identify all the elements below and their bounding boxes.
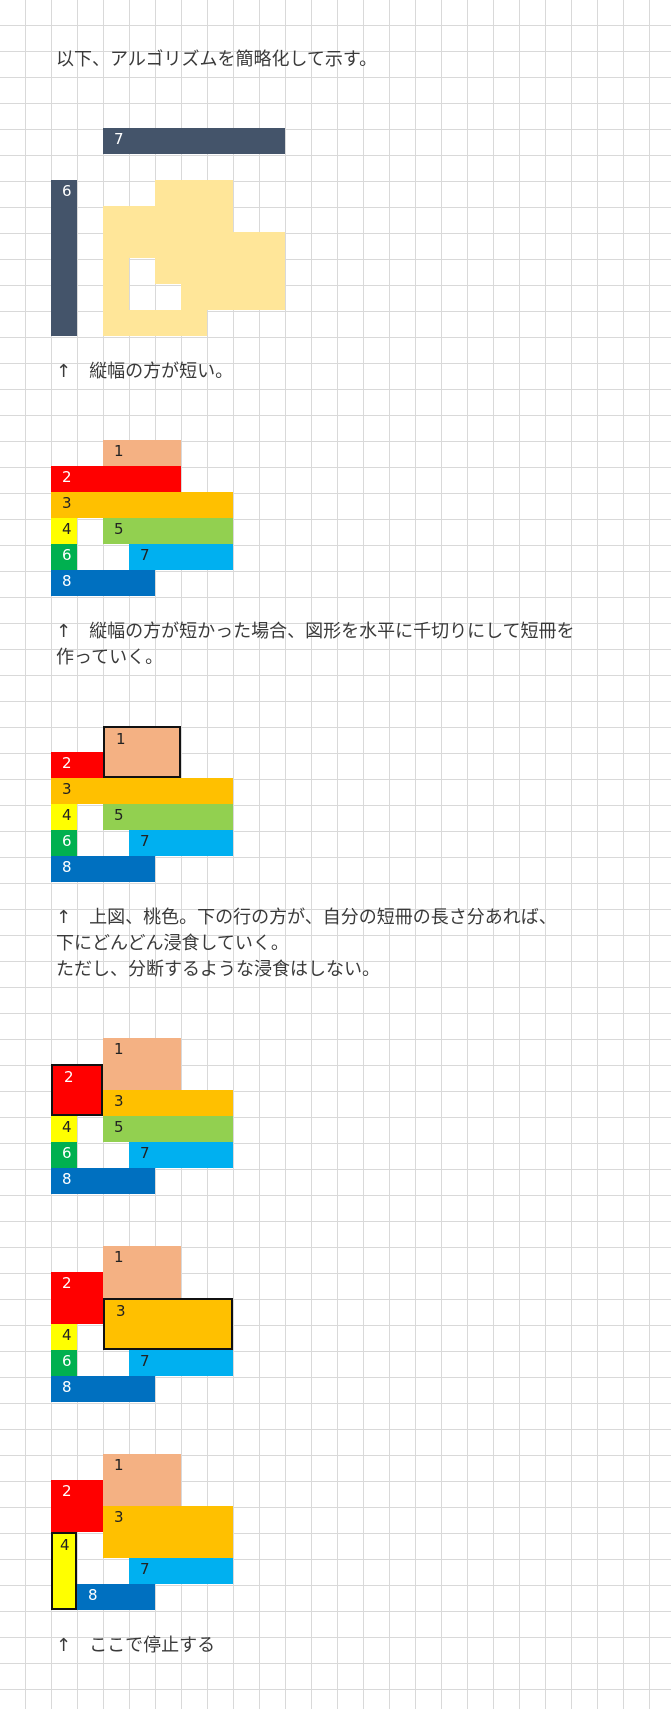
strip-label: 5 — [114, 1118, 124, 1136]
strip-label: 4 — [62, 520, 72, 538]
strip-label: 3 — [114, 1508, 124, 1526]
strip-label: 4 — [62, 806, 72, 824]
strip-label: 6 — [62, 546, 72, 564]
strip-5: 5 — [103, 1116, 233, 1142]
strip-label: 3 — [62, 494, 72, 512]
strip-label: 5 — [114, 520, 124, 538]
strip-label: 3 — [62, 780, 72, 798]
caption-2-line-2: 作っていく。 — [56, 647, 164, 668]
strip-label: 5 — [114, 806, 124, 824]
strip-8: 8 — [51, 856, 155, 882]
caption-3-line-2: 下にどんどん浸食していく。 — [56, 933, 289, 954]
strip-label: 8 — [62, 572, 72, 590]
shape-part — [103, 310, 207, 336]
strip-6: 6 — [51, 544, 77, 570]
strip-label: 3 — [114, 1092, 124, 1110]
strip-label: 7 — [140, 1144, 150, 1162]
strip-2: 2 — [51, 1480, 103, 1532]
strip-2: 2 — [51, 1272, 103, 1324]
strip-4: 4 — [51, 1324, 77, 1350]
shape-part — [155, 180, 233, 206]
strip-label: 8 — [62, 858, 72, 876]
strip-2: 2 — [51, 752, 103, 778]
strip-4-selected: 4 — [51, 1532, 77, 1610]
shape-part — [103, 206, 233, 232]
strip-8: 8 — [51, 1168, 155, 1194]
strip-1: 1 — [103, 1038, 181, 1090]
strip-2-selected: 2 — [51, 1064, 103, 1116]
caption-3-line-3: ただし、分断するような浸食はしない。 — [56, 959, 380, 980]
strip-label: 2 — [62, 1274, 72, 1292]
strip-label: 1 — [114, 442, 124, 460]
strip-label: 2 — [62, 1482, 72, 1500]
strip-7: 7 — [129, 544, 233, 570]
strip-1-selected: 1 — [103, 726, 181, 778]
strip-label: 8 — [88, 1586, 98, 1604]
shape-part — [155, 258, 285, 284]
strip-3: 3 — [51, 492, 233, 518]
strip-label: 4 — [62, 1326, 72, 1344]
strip-8: 8 — [51, 570, 155, 596]
strip-1: 1 — [103, 440, 181, 466]
strip-label: 1 — [114, 1456, 124, 1474]
strip-8: 8 — [77, 1584, 155, 1610]
strip-3: 3 — [103, 1090, 233, 1116]
strip-label: 1 — [114, 1248, 124, 1266]
strip-7: 7 — [129, 1350, 233, 1376]
strip-label: 7 — [140, 832, 150, 850]
shape-part — [103, 258, 129, 284]
strip-label: 8 — [62, 1170, 72, 1188]
strip-label: 2 — [64, 1068, 74, 1086]
strip-label: 7 — [140, 1560, 150, 1578]
strip-6: 6 — [51, 1142, 77, 1168]
shape-part — [103, 232, 285, 258]
strip-3: 3 — [51, 778, 233, 804]
strip-7: 7 — [129, 1558, 233, 1584]
strip-5: 5 — [103, 804, 233, 830]
strip-label: 6 — [62, 1144, 72, 1162]
intro-text: 以下、アルゴリズムを簡略化して示す。 — [56, 49, 378, 70]
horizontal-width-bar: 7 — [103, 128, 285, 154]
strip-label: 1 — [114, 1040, 124, 1058]
caption-final: ↑ ここで停止する — [56, 1635, 216, 1656]
strip-6: 6 — [51, 1350, 77, 1376]
vertical-height-bar: 6 — [51, 180, 77, 336]
strip-4: 4 — [51, 1116, 77, 1142]
strip-label: 6 — [62, 1352, 72, 1370]
caption-3-line-1: ↑ 上図、桃色。下の行の方が、自分の短冊の長さ分あれば、 — [56, 907, 557, 928]
strip-3: 3 — [103, 1506, 233, 1558]
strip-6: 6 — [51, 830, 77, 856]
strip-4: 4 — [51, 804, 77, 830]
strip-5: 5 — [103, 518, 233, 544]
strip-7: 7 — [129, 1142, 233, 1168]
strip-3-selected: 3 — [103, 1298, 233, 1350]
shape-part — [103, 284, 129, 310]
strip-label: 7 — [140, 1352, 150, 1370]
caption-2-line-1: ↑ 縦幅の方が短かった場合、図形を水平に千切りにして短冊を — [56, 621, 575, 642]
height-bar-label: 6 — [62, 182, 72, 200]
strip-label: 7 — [140, 546, 150, 564]
strip-label: 4 — [60, 1536, 70, 1554]
strip-label: 8 — [62, 1378, 72, 1396]
shape-part — [181, 284, 285, 310]
strip-7: 7 — [129, 830, 233, 856]
strip-label: 4 — [62, 1118, 72, 1136]
strip-8: 8 — [51, 1376, 155, 1402]
strip-label: 1 — [116, 730, 126, 748]
strip-label: 2 — [62, 468, 72, 486]
strip-4: 4 — [51, 518, 77, 544]
strip-label: 6 — [62, 832, 72, 850]
strip-2: 2 — [51, 466, 181, 492]
strip-1: 1 — [103, 1454, 181, 1506]
strip-1: 1 — [103, 1246, 181, 1298]
width-bar-label: 7 — [114, 130, 124, 148]
caption-1: ↑ 縦幅の方が短い。 — [56, 361, 234, 382]
strip-label: 3 — [116, 1302, 126, 1320]
strip-label: 2 — [62, 754, 72, 772]
